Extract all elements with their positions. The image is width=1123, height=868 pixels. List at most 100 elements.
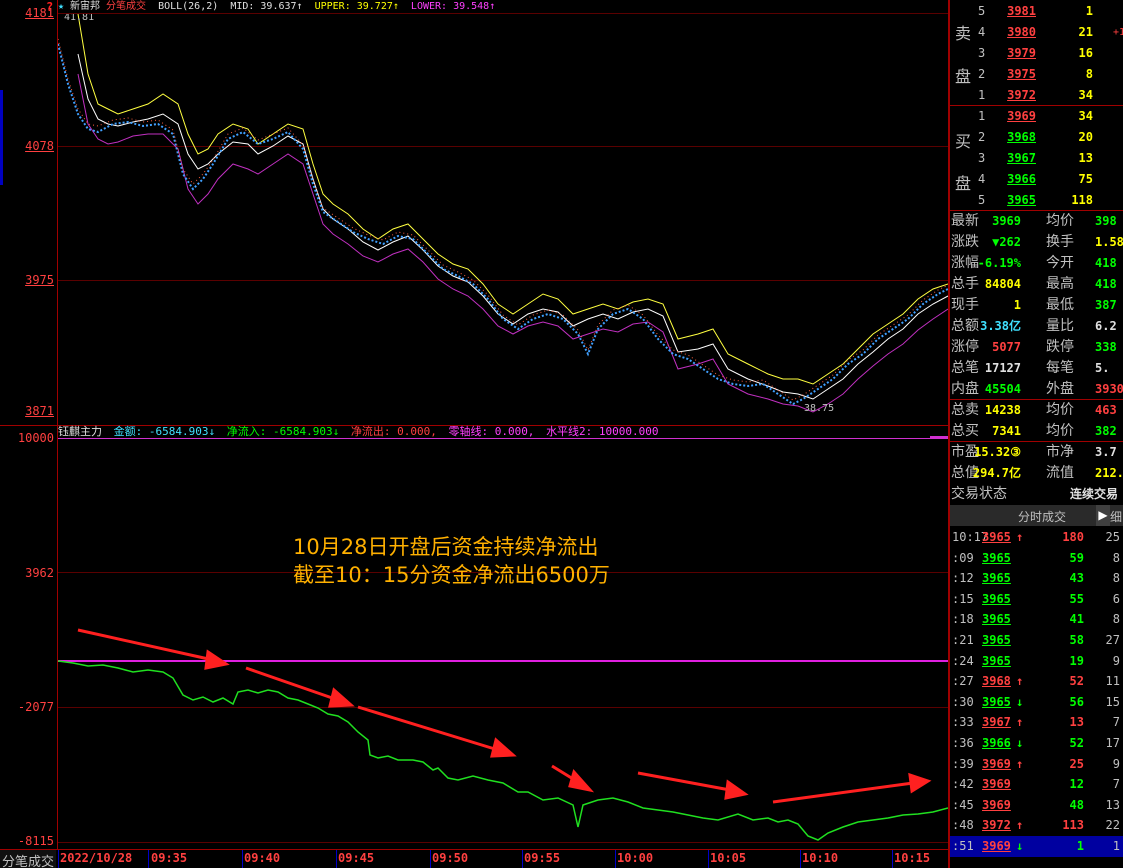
scroll-indicator[interactable]	[0, 90, 3, 185]
quote-key: 均价	[1046, 402, 1074, 418]
tick-row[interactable]: :24 3965 19 9	[950, 651, 1123, 672]
tick-volume: 19	[1069, 653, 1084, 668]
quote-key: 涨停	[951, 339, 979, 355]
star-icon[interactable]: ★	[58, 1, 64, 12]
time-label: 10:05	[710, 851, 747, 865]
sell-row-4[interactable]: 4 3980 21 +1	[978, 22, 1123, 43]
buy-row-3[interactable]: 3 3967 13	[978, 148, 1123, 169]
quote-value: 294.7亿	[972, 466, 1021, 480]
sell-row-3[interactable]: 3 3979 16	[978, 43, 1123, 64]
quote-row: 涨停 5077 跌停 338	[950, 337, 1123, 358]
quote-key: 流值	[1046, 465, 1074, 481]
tick-volume: 41	[1069, 612, 1084, 627]
sell-side-label-2: 盘	[954, 67, 971, 86]
annotation-line-2: 截至10：15分资金净流出6500万	[293, 563, 610, 587]
tab-detail[interactable]: 细	[1110, 508, 1122, 525]
alert-icon[interactable]: ?	[46, 0, 53, 14]
tick-row[interactable]: 10:17 3965 ↑ 180 25	[950, 527, 1123, 548]
indicator-zero-line: 零轴线: 0.000,	[448, 425, 535, 438]
tab-fenshi-chengjiao[interactable]: 分时成交	[1018, 508, 1066, 525]
boll-mid-line	[77, 53, 948, 400]
price: 3969	[1007, 109, 1036, 123]
price-chart: 41.81 38.75	[58, 14, 948, 414]
quote-panel: 卖 盘 买 盘 5 3981 1 4 3980 21 +1 3 3979 16 2 3975 8 …	[948, 0, 1123, 868]
tick-time: :36	[952, 736, 974, 750]
qty: 21	[1078, 25, 1093, 39]
tick-time: :30	[952, 694, 974, 709]
tick-count: 8	[1112, 612, 1120, 627]
tick-arrow-icon: ↑	[1016, 818, 1024, 833]
indicator-name-main[interactable]: 钰麒主力	[58, 425, 102, 438]
tick-row[interactable]: :51 3969 ↓ 1 1	[950, 836, 1123, 857]
tick-row[interactable]: :09 3965 59 8	[950, 548, 1123, 569]
tick-row[interactable]: :42 3969 12 7	[950, 774, 1123, 795]
tick-row[interactable]: :39 3969 ↑ 25 9	[950, 754, 1123, 775]
tick-time: :33	[952, 715, 974, 730]
tick-row[interactable]: :30 3965 ↓ 56 15	[950, 692, 1123, 713]
time-tick	[242, 850, 243, 868]
time-tick	[708, 850, 709, 868]
tick-count: 1	[1112, 839, 1120, 853]
tick-row[interactable]: :48 3972 ↑ 113 22	[950, 815, 1123, 836]
buy-row-4[interactable]: 4 3966 75	[978, 169, 1123, 190]
low-marker-label: 38.75	[804, 403, 834, 414]
level: 3	[978, 151, 986, 165]
indicator-name[interactable]: BOLL(26,2)	[158, 1, 218, 12]
level: 2	[978, 67, 986, 81]
time-axis: 分笔成交 2022/10/28 09:35 09:40 09:45 09:50 …	[0, 849, 948, 868]
quote-key: 换手	[1046, 234, 1074, 250]
tick-row[interactable]: :15 3965 55 6	[950, 589, 1123, 610]
quote-row: 现手 1 最低 387	[950, 295, 1123, 316]
quote-row: 内盘 45504 外盘 3930	[950, 379, 1123, 400]
tick-row[interactable]: :36 3966 ↓ 52 17	[950, 733, 1123, 754]
time-tick	[615, 850, 616, 868]
tick-price: 3966	[982, 736, 1011, 750]
time-label: 09:45	[338, 851, 375, 865]
qty: 118	[1071, 193, 1093, 207]
tick-count: 27	[1105, 633, 1120, 647]
tick-count: 17	[1105, 736, 1120, 750]
play-arrow-icon[interactable]: ▶	[1096, 505, 1110, 526]
level-line-marker	[930, 436, 948, 438]
tick-row[interactable]: :33 3967 ↑ 13 7	[950, 712, 1123, 733]
quote-row: 总额 3.38亿 量比 6.2	[950, 316, 1123, 337]
buy-row-5[interactable]: 5 3965 118	[978, 190, 1123, 211]
level: 4	[978, 172, 986, 186]
quote-key: 外盘	[1046, 381, 1074, 397]
tick-price: 3965	[982, 694, 1011, 709]
quote-key: 总额	[951, 318, 979, 334]
chart-title-bar: ★ 新宙邦 分笔成交 BOLL(26,2) MID: 39.637↑ UPPER: …	[58, 0, 501, 14]
stock-name[interactable]: 新宙邦	[70, 1, 100, 12]
quote-key: 总买	[951, 423, 979, 439]
tick-time: :27	[952, 674, 974, 689]
time-tick	[58, 850, 59, 868]
sell-row-2[interactable]: 2 3975 8	[978, 64, 1123, 85]
quote-row: 最新 3969 均价 398	[950, 211, 1123, 232]
tick-volume: 13	[1069, 715, 1084, 730]
qty: 16	[1078, 46, 1093, 60]
tick-volume: 113	[1062, 818, 1084, 833]
tick-row[interactable]: :21 3965 58 27	[950, 630, 1123, 651]
quote-value: 14238	[984, 403, 1021, 417]
time-tick	[892, 850, 893, 868]
time-label: 10:10	[802, 851, 839, 865]
tick-row[interactable]: :27 3968 ↑ 52 11	[950, 671, 1123, 692]
quote-row: 交易状态 连续交易	[950, 484, 1123, 505]
tick-time: :15	[952, 591, 974, 606]
tick-row[interactable]: :18 3965 41 8	[950, 609, 1123, 630]
tick-row[interactable]: :45 3969 48 13	[950, 795, 1123, 816]
tick-volume: 48	[1069, 797, 1084, 812]
annotation-text: 10月28日开盘后资金持续净流出 截至10：15分资金净流出6500万	[293, 533, 610, 589]
quote-value: 17127	[984, 361, 1021, 375]
tab-fenbi-chengjiao[interactable]: 分笔成交	[0, 850, 57, 868]
buy-row-1[interactable]: 1 3969 34	[978, 106, 1123, 127]
sell-row-5[interactable]: 5 3981 1	[978, 1, 1123, 22]
tick-count: 7	[1112, 715, 1120, 730]
flow-axis-label: 10000	[17, 431, 54, 445]
sell-row-1[interactable]: 1 3972 34	[978, 85, 1123, 106]
time-label: 2022/10/28	[60, 851, 133, 865]
quote-key: 涨跌	[951, 234, 979, 250]
quote-row: 总值294.7亿流值212.5亿	[950, 463, 1123, 484]
tick-row[interactable]: :12 3965 43 8	[950, 568, 1123, 589]
buy-row-2[interactable]: 2 3968 20	[978, 127, 1123, 148]
